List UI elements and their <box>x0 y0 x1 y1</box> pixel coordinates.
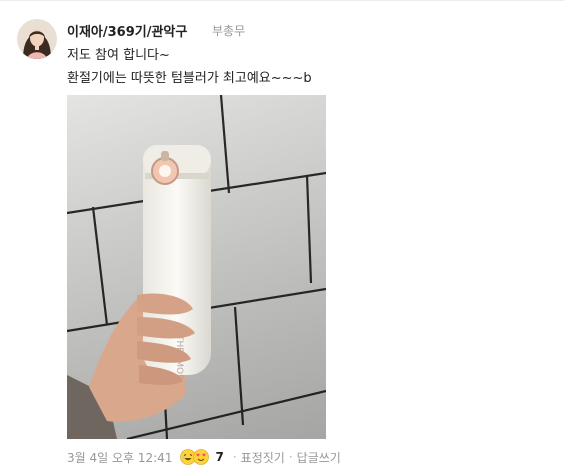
heart-eyes-face-icon[interactable] <box>193 449 210 465</box>
reply-button[interactable]: 답글쓰기 <box>297 449 341 466</box>
separator-dot: · <box>232 450 237 464</box>
comment-text-line: 저도 참여 합니다~ <box>67 48 170 63</box>
divider <box>0 0 564 1</box>
reaction-count[interactable]: 7 <box>215 450 223 464</box>
separator-dot: · <box>288 450 293 464</box>
comment-card: 이재아/369기/관악구 부총무 저도 참여 합니다~ 환절기에는 따뜻한 텀블… <box>0 0 564 472</box>
attached-photo[interactable]: THERMOS <box>67 95 326 439</box>
comment-text-line: 환절기에는 따뜻한 텀블러가 최고예요~~~b <box>67 71 312 86</box>
author-role-badge: 부총무 <box>212 24 246 38</box>
author-avatar[interactable] <box>17 19 57 59</box>
author-name[interactable]: 이재아/369기/관악구 <box>67 21 187 40</box>
react-button[interactable]: 표정짓기 <box>241 449 285 466</box>
comment-date: 3월 4일 오후 12:41 <box>67 450 173 465</box>
comment-footer: 3월 4일 오후 12:41 7 · 표정짓기 · 답글쓰기 <box>67 448 341 466</box>
